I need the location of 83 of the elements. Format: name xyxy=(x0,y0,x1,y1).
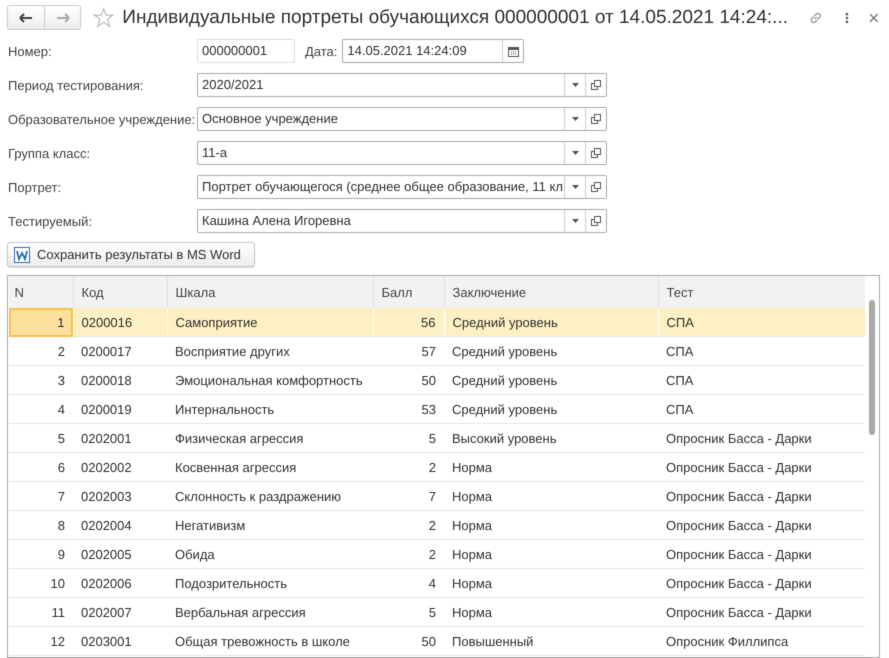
table-cell: 53 xyxy=(373,394,444,424)
table-cell: 1 xyxy=(8,308,73,336)
table-cell: 0200017 xyxy=(73,336,167,366)
table-cell: Средний уровень xyxy=(444,336,658,366)
field-label: Образовательное учреждение: xyxy=(8,112,196,126)
table-cell: СПА xyxy=(658,308,865,336)
table-cell: Обида xyxy=(167,540,373,568)
table-cell: Повышенный xyxy=(444,626,658,656)
table-cell: Норма xyxy=(444,568,658,598)
table-cell: Эмоциональная комфортность xyxy=(167,366,373,394)
table-cell: 0202005 xyxy=(73,540,167,568)
close-icon[interactable] xyxy=(869,12,879,22)
table-cell: 7 xyxy=(8,482,73,510)
table-cell: Средний уровень xyxy=(444,308,658,336)
table-cell: 0202004 xyxy=(73,510,167,540)
table-cell: 50 xyxy=(373,366,444,394)
table-cell: 0202001 xyxy=(73,424,167,452)
field-label: Номер: xyxy=(8,44,53,58)
table-cell: 0200018 xyxy=(73,366,167,394)
table-cell: Средний уровень xyxy=(444,394,658,424)
table-cell: Норма xyxy=(444,540,658,568)
table-cell: 3 xyxy=(8,366,73,394)
star-icon[interactable] xyxy=(93,6,114,28)
table-cell: 10 xyxy=(8,568,73,598)
table-cell: Самоприятие xyxy=(167,308,373,336)
number-field[interactable]: 000000001 xyxy=(197,39,295,63)
field-label: Дата: xyxy=(305,44,338,58)
table-cell: 2 xyxy=(8,336,73,366)
column-header[interactable]: Шкала xyxy=(167,276,373,308)
table-cell: Восприятие других xyxy=(167,336,373,366)
table-cell: 2 xyxy=(373,540,444,568)
table-cell: 4 xyxy=(8,394,73,424)
table-cell: Склонность к раздражению xyxy=(167,482,373,510)
table-cell: 9 xyxy=(8,540,73,568)
field-label: Портрет: xyxy=(8,180,62,194)
table-cell: Вербальная агрессия xyxy=(167,598,373,626)
table-cell: 5 xyxy=(373,424,444,452)
table-cell: Подозрительность xyxy=(167,568,373,598)
table-cell: 0202002 xyxy=(73,452,167,482)
table-cell: Норма xyxy=(444,510,658,540)
table-cell: Физическая агрессия xyxy=(167,424,373,452)
save-word-button[interactable]: Сохранить результаты в MS Word xyxy=(7,242,255,267)
table-cell: 6 xyxy=(8,452,73,482)
table-cell: 0200016 xyxy=(73,308,167,336)
window-title: Индивидуальные портреты обучающихся 000000001 от 14.05.2021 14:24:... xyxy=(122,6,788,28)
table-cell: 57 xyxy=(373,336,444,366)
table-cell: 0202006 xyxy=(73,568,167,598)
column-header[interactable]: Балл xyxy=(373,276,444,308)
table-cell: 5 xyxy=(373,598,444,626)
table-cell: 0200019 xyxy=(73,394,167,424)
field-label: Группа класс: xyxy=(8,146,92,160)
table-cell: 8 xyxy=(8,510,73,540)
table-cell: Норма xyxy=(444,598,658,626)
table-cell: 12 xyxy=(8,626,73,656)
table-cell: 5 xyxy=(8,424,73,452)
table-cell: Высокий уровень xyxy=(444,424,658,452)
more-icon[interactable] xyxy=(844,10,850,24)
table-cell: Норма xyxy=(444,482,658,510)
table-cell: 7 xyxy=(373,482,444,510)
table-cell: Косвенная агрессия xyxy=(167,452,373,482)
table-cell: 2 xyxy=(373,510,444,540)
table-cell: 0202007 xyxy=(73,598,167,626)
table-cell: 0202003 xyxy=(73,482,167,510)
column-header[interactable]: Код xyxy=(73,276,167,308)
table-cell: 2 xyxy=(373,452,444,482)
word-icon xyxy=(14,246,30,262)
field-label: Тестируемый: xyxy=(8,214,93,228)
table-cell: Средний уровень xyxy=(444,366,658,394)
table-cell: 50 xyxy=(373,626,444,656)
forward-arrow-icon xyxy=(56,12,70,22)
table-cell: 0203001 xyxy=(73,626,167,656)
column-header[interactable]: N xyxy=(8,276,73,308)
table-cell: 11 xyxy=(8,598,73,626)
table-cell: Норма xyxy=(444,452,658,482)
table-cell: 4 xyxy=(373,568,444,598)
table-cell: Интернальность xyxy=(167,394,373,424)
table-cell: Общая тревожность в школе xyxy=(167,626,373,656)
column-header[interactable]: Тест xyxy=(658,276,865,308)
field-label: Период тестирования: xyxy=(8,78,145,92)
back-arrow-icon xyxy=(19,12,33,22)
table-cell: 56 xyxy=(373,308,444,336)
column-header[interactable]: Заключение xyxy=(444,276,658,308)
table-cell: Негативизм xyxy=(167,510,373,540)
